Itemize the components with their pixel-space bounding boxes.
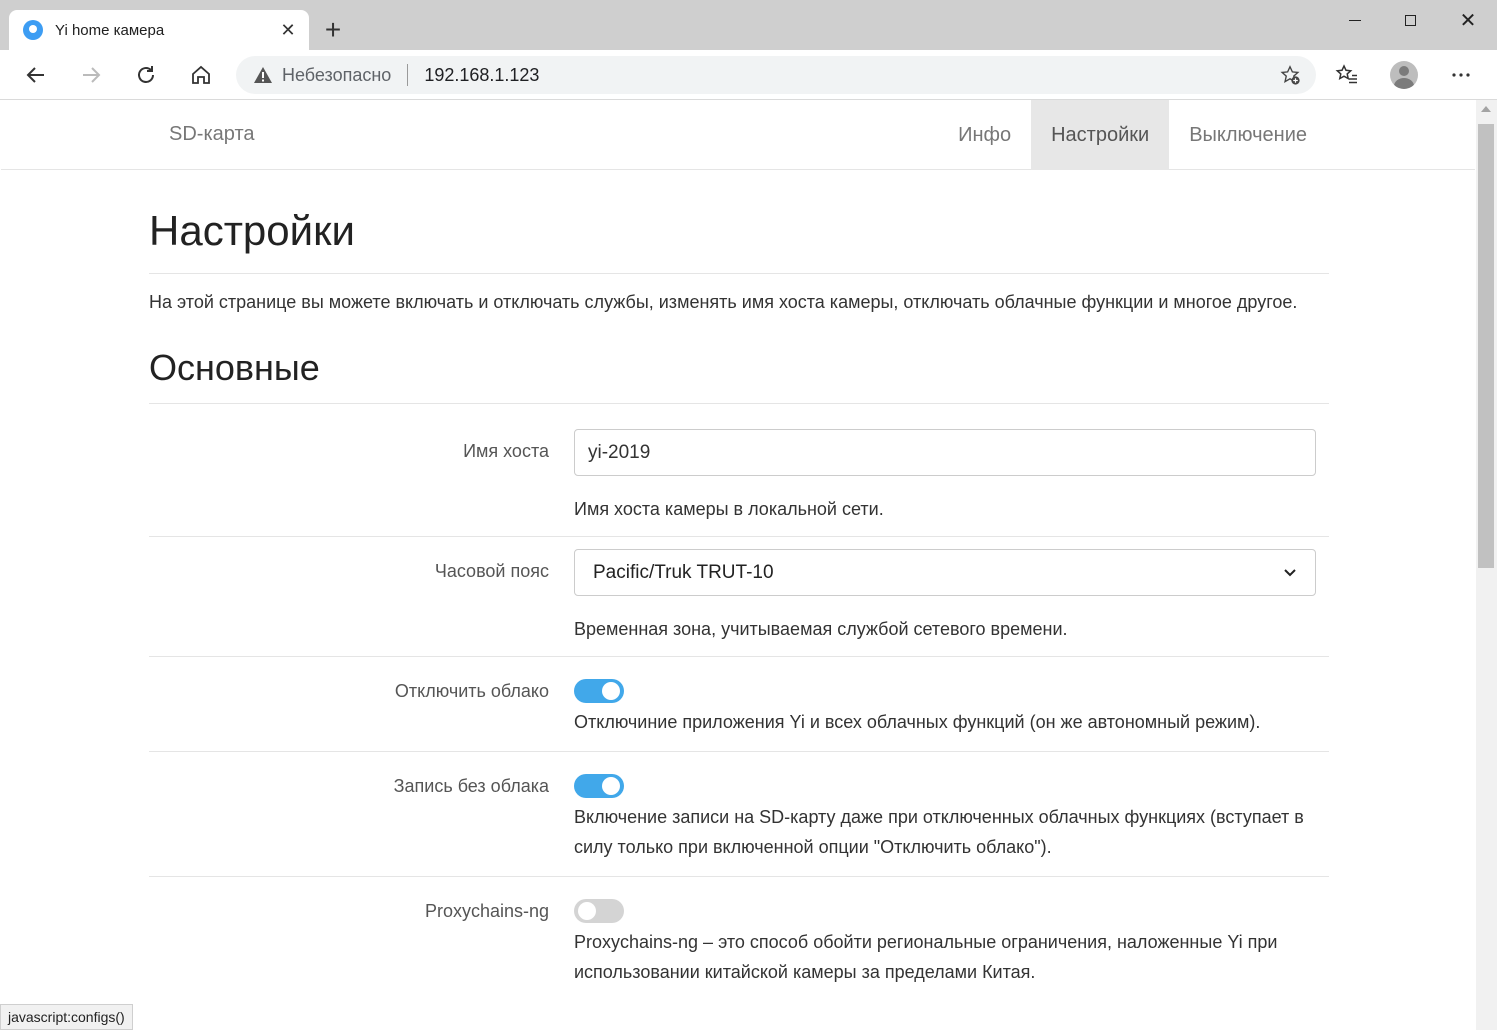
nav-link-shutdown[interactable]: Выключение bbox=[1169, 100, 1327, 170]
timezone-help: Временная зона, учитываемая службой сете… bbox=[574, 619, 1068, 639]
forward-button[interactable] bbox=[73, 57, 109, 93]
address-bar[interactable]: Небезопасно 192.168.1.123 bbox=[236, 56, 1316, 94]
reload-button[interactable] bbox=[128, 57, 164, 93]
browser-tab[interactable]: Yi home камера ✕ bbox=[9, 10, 309, 50]
timezone-selected-value: Pacific/Truk TRUT-10 bbox=[593, 561, 774, 583]
disable-cloud-toggle[interactable] bbox=[574, 679, 624, 703]
section-title: Основные bbox=[149, 347, 1329, 404]
timezone-label: Часовой пояс bbox=[434, 561, 549, 581]
setting-row-proxychains: Proxychains-ng Proxychains-ng – это спос… bbox=[149, 877, 1329, 1002]
site-navbar: SD-карта Инфо Настройки Выключение bbox=[1, 100, 1475, 170]
proxychains-label: Proxychains-ng bbox=[424, 901, 549, 921]
setting-row-hostname: Имя хоста yi-2019 Имя хоста камеры в лок… bbox=[149, 404, 1329, 537]
disable-cloud-label: Отключить облако bbox=[394, 681, 549, 701]
page-viewport: SD-карта Инфо Настройки Выключение Настр… bbox=[1, 100, 1475, 1030]
page-intro: На этой странице вы можете включать и от… bbox=[149, 292, 1298, 312]
chevron-down-icon bbox=[1284, 568, 1296, 576]
forward-icon bbox=[83, 67, 101, 83]
hostname-label: Имя хоста bbox=[463, 441, 549, 461]
tab-title: Yi home камера bbox=[55, 21, 165, 39]
maximize-button[interactable] bbox=[1381, 0, 1439, 40]
security-label[interactable]: Небезопасно bbox=[282, 65, 391, 86]
back-icon bbox=[26, 67, 44, 83]
setting-row-disable-cloud: Отключить облако Отключиние приложения Y… bbox=[149, 657, 1329, 752]
profile-button[interactable] bbox=[1386, 57, 1422, 93]
close-icon: ✕ bbox=[1459, 9, 1477, 32]
setting-row-record-without-cloud: Запись без облака Включение записи на SD… bbox=[149, 752, 1329, 877]
address-separator bbox=[407, 64, 409, 86]
tab-strip: Yi home камера ✕ + ✕ bbox=[0, 0, 1497, 50]
record-without-cloud-help: Включение записи на SD-карту даже при от… bbox=[574, 807, 1304, 857]
browser-toolbar: Небезопасно 192.168.1.123 bbox=[0, 50, 1497, 100]
timezone-select[interactable]: Pacific/Truk TRUT-10 bbox=[574, 549, 1316, 596]
maximize-icon bbox=[1404, 14, 1416, 26]
back-button[interactable] bbox=[18, 57, 54, 93]
nav-link-info[interactable]: Инфо bbox=[938, 100, 1031, 170]
toggle-knob bbox=[578, 902, 596, 920]
home-icon bbox=[192, 65, 210, 84]
reload-icon bbox=[138, 66, 154, 83]
page-title: Настройки bbox=[149, 207, 1329, 274]
scrollbar-thumb[interactable] bbox=[1478, 124, 1494, 568]
status-bar-url: javascript:configs() bbox=[0, 1004, 133, 1030]
add-favorite-icon[interactable] bbox=[1278, 63, 1302, 87]
page-scrollbar[interactable] bbox=[1476, 100, 1497, 1030]
more-icon bbox=[1452, 73, 1470, 77]
nav-link-settings[interactable]: Настройки bbox=[1031, 100, 1170, 170]
nav-brand-sd-card[interactable]: SD-карта bbox=[169, 123, 255, 146]
minimize-button[interactable] bbox=[1326, 0, 1384, 40]
record-without-cloud-label: Запись без облака bbox=[393, 776, 549, 796]
hostname-help: Имя хоста камеры в локальной сети. bbox=[574, 499, 884, 519]
minimize-icon bbox=[1349, 19, 1361, 21]
favorites-button[interactable] bbox=[1329, 57, 1365, 93]
url-text[interactable]: 192.168.1.123 bbox=[424, 65, 539, 86]
home-button[interactable] bbox=[183, 57, 219, 93]
proxychains-toggle[interactable] bbox=[574, 899, 624, 923]
new-tab-button[interactable]: + bbox=[318, 15, 348, 45]
record-without-cloud-toggle[interactable] bbox=[574, 774, 624, 798]
main-content: Настройки На этой странице вы можете вкл… bbox=[149, 170, 1329, 1002]
nav-links: Инфо Настройки Выключение bbox=[938, 100, 1327, 170]
profile-icon bbox=[1390, 61, 1418, 89]
setting-row-timezone: Часовой пояс Pacific/Truk TRUT-10 Времен… bbox=[149, 537, 1329, 657]
disable-cloud-help: Отключиние приложения Yi и всех облачных… bbox=[574, 712, 1261, 732]
favorites-icon bbox=[1335, 64, 1357, 84]
scroll-up-arrow-icon[interactable] bbox=[1481, 106, 1491, 112]
close-tab-icon[interactable]: ✕ bbox=[273, 15, 303, 45]
close-window-button[interactable]: ✕ bbox=[1439, 0, 1497, 40]
warning-icon[interactable] bbox=[252, 64, 274, 86]
more-menu-button[interactable] bbox=[1443, 57, 1479, 93]
toggle-knob bbox=[602, 777, 620, 795]
proxychains-help: Proxychains-ng – это способ обойти регио… bbox=[574, 932, 1278, 982]
browser-window: Yi home камера ✕ + ✕ Небезопасно 192.168… bbox=[0, 0, 1497, 1030]
hostname-input[interactable]: yi-2019 bbox=[574, 429, 1316, 476]
toggle-knob bbox=[602, 682, 620, 700]
favicon-camera-icon bbox=[23, 20, 43, 40]
